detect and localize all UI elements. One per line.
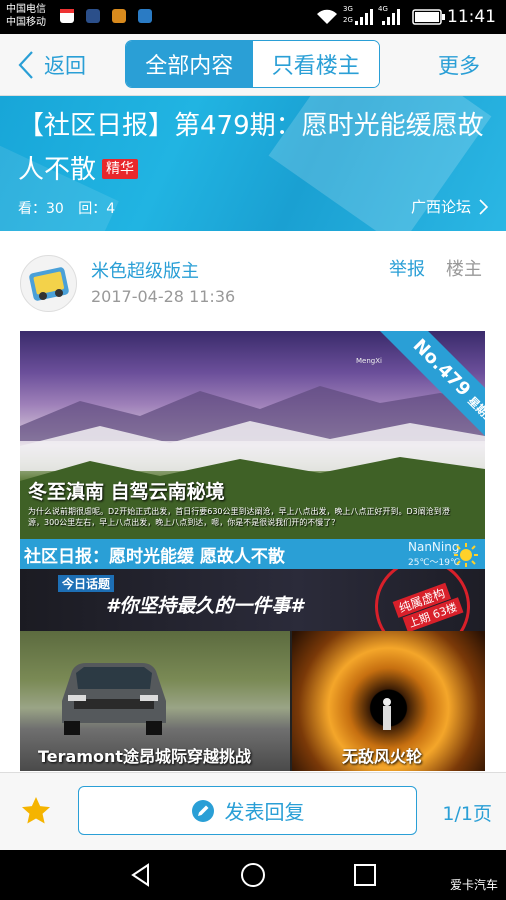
suv-photo: Teramont途昂城际穿越挑战 (20, 631, 290, 771)
topic-tag: 今日话题 (58, 575, 115, 592)
hero-landscape-photo: MengXi No.479星期五 冬至滇南 自驾云南秘境 为什么说前期很虐呢。D… (20, 331, 485, 539)
favorite-star-icon[interactable] (20, 795, 52, 827)
forum-link[interactable]: 广西论坛 (411, 196, 488, 217)
post-timestamp: 2017-04-28 11:36 (91, 287, 236, 306)
sun-icon (454, 543, 478, 567)
essence-badge: 精华 (102, 159, 139, 179)
floor-label: 楼主 (446, 259, 482, 280)
post-title-text: 【社区日报】第479期：愿时光能缓愿故人不散 (18, 111, 484, 185)
status-bar: 中国电信 中国移动 3G 2G 4G 11:41 (0, 0, 506, 34)
news-notification-icon (138, 9, 152, 23)
post-reply-button[interactable]: 发表回复 (78, 786, 417, 835)
post-title-banner: 【社区日报】第479期：愿时光能缓愿故人不散 精华 看：30 回：4 广西论坛 (0, 96, 506, 231)
bottom-toolbar: 发表回复 1/1页 (0, 772, 506, 850)
report-button[interactable]: 举报 (389, 255, 425, 281)
view-count: 看：30 (18, 201, 64, 217)
strip-title: 社区日报：愿时光能缓 愿故人不散 (24, 547, 285, 567)
post-title: 【社区日报】第479期：愿时光能缓愿故人不散 精华 (18, 104, 488, 192)
forum-name: 广西论坛 (410, 198, 471, 216)
reply-label: 发表回复 (224, 800, 305, 824)
calendar-notification-icon (60, 9, 74, 23)
carrier-2: 中国移动 (6, 17, 46, 28)
back-label: 返回 (44, 54, 86, 78)
home-circle-icon[interactable] (240, 862, 266, 888)
battery-icon (412, 9, 445, 25)
suv-illustration (62, 663, 166, 735)
weather-temperature: 25℃～19℃ (408, 558, 461, 568)
system-navigation-bar: 爱卡汽车 (0, 850, 506, 900)
post-header: 米色超级版主 2017-04-28 11:36 举报 楼主 (0, 231, 506, 326)
person-silhouette (383, 698, 391, 730)
tab-all-content[interactable]: 全部内容 (126, 41, 253, 87)
page-indicator[interactable]: 1/1页 (442, 799, 492, 826)
hero-body-text: 为什么说前期很虐呢。D2开始正式出发，首日行要630公里到达阐沧，早上八点出发，… (28, 507, 450, 527)
chevron-left-icon (18, 51, 33, 79)
daily-topic-panel: 今日话题 #你坚持最久的一件事# 纯属虚构 上期 63楼 (20, 569, 485, 631)
network-type-1: 3G (343, 5, 353, 13)
daily-title-strip: 社区日报：愿时光能缓 愿故人不散 NanNing 25℃～19℃ (20, 539, 485, 569)
pencil-icon (191, 799, 214, 822)
wifi-icon (317, 9, 337, 24)
tab-owner-only[interactable]: 只看楼主 (252, 41, 379, 87)
view-filter-segmented-control: 全部内容 只看楼主 (125, 40, 380, 88)
signal-2-icon (382, 9, 400, 25)
weather-city: NanNing (408, 540, 460, 554)
author-name[interactable]: 米色超级版主 (91, 257, 199, 283)
signal-1-icon (355, 9, 373, 25)
photo-credit: MengXi (356, 357, 382, 365)
avatar-image (29, 267, 69, 301)
author-avatar[interactable] (20, 255, 77, 312)
back-triangle-icon[interactable] (128, 862, 154, 888)
clock: 11:41 (447, 7, 496, 27)
carrier-1: 中国电信 (6, 4, 46, 15)
fire-wheel-photo: 无敌风火轮 (292, 631, 485, 771)
hero-headline: 冬至滇南 自驾云南秘境 (28, 481, 225, 503)
nav-bar: 返回 全部内容 只看楼主 更多 (0, 34, 506, 96)
back-button[interactable]: 返回 (18, 48, 86, 82)
network-type-2: 2G (343, 16, 353, 24)
topic-text: #你坚持最久的一件事# (106, 595, 304, 617)
chevron-right-icon (479, 198, 488, 215)
recents-square-icon[interactable] (352, 862, 378, 888)
post-stats: 看：30 回：4 (18, 198, 125, 218)
more-button[interactable]: 更多 (438, 50, 480, 80)
post-image[interactable]: MengXi No.479星期五 冬至滇南 自驾云南秘境 为什么说前期很虐呢。D… (20, 331, 485, 771)
app-notification-icon (86, 9, 100, 23)
suv-photo-caption: Teramont途昂城际穿越挑战 (38, 747, 252, 766)
reply-count: 回：4 (78, 201, 116, 217)
fire-wheel-caption: 无敌风火轮 (342, 747, 423, 766)
watermark: 爱卡汽车 (449, 878, 498, 892)
game-notification-icon (112, 9, 126, 23)
red-stamp: 纯属虚构 上期 63楼 (361, 569, 484, 631)
